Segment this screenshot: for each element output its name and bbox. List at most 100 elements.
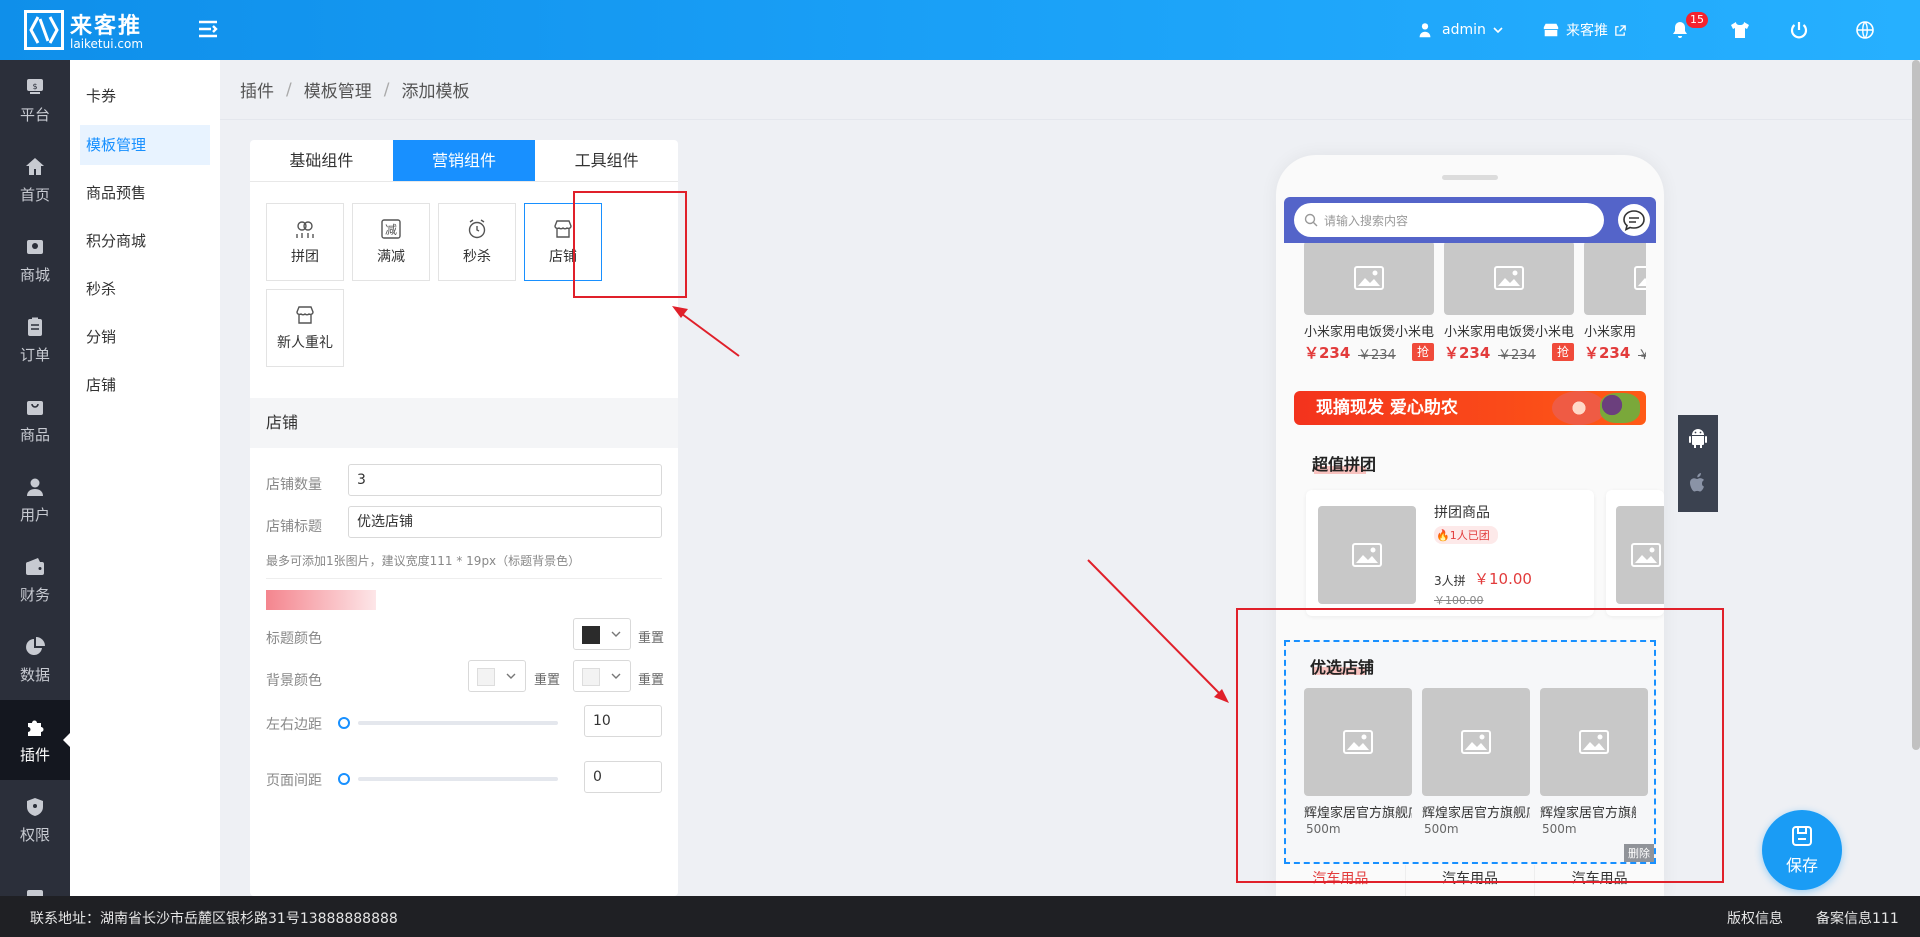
chat-icon <box>1623 210 1645 231</box>
bg-color-picker-1[interactable] <box>468 660 526 692</box>
color-swatch <box>582 668 600 686</box>
product-image[interactable] <box>1584 243 1646 315</box>
padding-slider-track[interactable] <box>358 721 558 725</box>
breadcrumb-add-template: 添加模板 <box>401 82 470 102</box>
preview-search-input[interactable]: 请输入搜索内容 <box>1294 203 1604 237</box>
sub-item-points-mall[interactable]: 积分商城 <box>80 221 210 261</box>
sidebar-item-plugins[interactable]: 插件 <box>0 700 70 780</box>
theme-button[interactable] <box>1730 0 1750 60</box>
menu-toggle-icon[interactable] <box>196 17 220 41</box>
tab-tool-components[interactable]: 工具组件 <box>535 140 678 181</box>
page-scrollbar[interactable] <box>1912 60 1920 750</box>
sub-item-distribution[interactable]: 分销 <box>80 317 210 357</box>
sidebar-item-home[interactable]: 首页 <box>0 140 70 220</box>
chevron-down-icon <box>1493 27 1503 34</box>
message-button[interactable] <box>1618 204 1650 236</box>
component-label: 新人重礼 <box>277 335 333 351</box>
search-placeholder: 请输入搜索内容 <box>1324 213 1409 228</box>
sub-item-stores[interactable]: 店铺 <box>80 365 210 405</box>
store-switch[interactable]: 来客推 <box>1542 0 1627 60</box>
component-group-buy[interactable]: 拼团 <box>266 203 344 281</box>
page-gap-label: 页面间距 <box>266 773 322 789</box>
notification-button[interactable]: 15 <box>1670 0 1708 60</box>
android-icon[interactable] <box>1686 427 1710 451</box>
footer-copyright-link[interactable]: 版权信息 <box>1727 908 1783 928</box>
bg-color-picker-2[interactable] <box>573 660 631 692</box>
sidebar-item-platform[interactable]: $ 平台 <box>0 60 70 140</box>
sidebar-item-data[interactable]: 数据 <box>0 620 70 700</box>
component-tabs: 基础组件 营销组件 工具组件 <box>250 140 678 182</box>
breadcrumb-plugins[interactable]: 插件 <box>240 77 274 102</box>
product-image[interactable] <box>1304 243 1434 315</box>
title-color-reset[interactable]: 重置 <box>638 627 664 646</box>
title-color-picker[interactable] <box>573 618 631 650</box>
page-gap-input[interactable]: 0 <box>584 761 662 793</box>
annotation-box-store-preview <box>1236 608 1724 883</box>
breadcrumb-template-management[interactable]: 模板管理 <box>304 77 372 102</box>
image-placeholder-icon <box>1494 266 1524 290</box>
logo[interactable]: 来客推 laiketui.com <box>24 8 164 52</box>
group-product-name: 拼团商品 <box>1434 505 1490 521</box>
shop-icon <box>27 239 43 254</box>
bg-color-reset-1[interactable]: 重置 <box>534 669 560 688</box>
image-placeholder-icon <box>1634 266 1646 290</box>
grab-tag[interactable]: 抢 <box>1552 343 1574 361</box>
grab-tag[interactable]: 抢 <box>1412 343 1434 361</box>
sub-item-template-management[interactable]: 模板管理 <box>80 125 210 165</box>
group-buy-card-partial[interactable] <box>1606 490 1664 616</box>
page-gap-slider-track[interactable] <box>358 777 558 781</box>
user-icon <box>27 478 43 496</box>
sidebar-item-permissions[interactable]: 权限 <box>0 780 70 860</box>
group-price: ￥10.00 <box>1474 570 1532 588</box>
sidebar-item-orders[interactable]: 订单 <box>0 300 70 380</box>
component-new-user-gift[interactable]: 新人重礼 <box>266 289 344 367</box>
tab-basic-components[interactable]: 基础组件 <box>250 140 393 181</box>
sidebar-item-users[interactable]: 用户 <box>0 460 70 540</box>
admin-menu[interactable]: admin <box>1416 0 1504 60</box>
top-header: 来客推 laiketui.com admin 来客推 15 <box>0 0 1920 60</box>
joined-badge: 🔥1人已团 <box>1434 526 1498 544</box>
sub-item-presale[interactable]: 商品预售 <box>80 173 210 213</box>
phone-speaker <box>1442 175 1498 180</box>
image-placeholder-icon <box>1352 543 1382 567</box>
bg-color-reset-2[interactable]: 重置 <box>638 669 664 688</box>
promo-banner[interactable]: 现摘现发 爱心助农 <box>1294 391 1646 425</box>
product-price: ￥234 <box>1444 344 1491 362</box>
sub-item-coupons[interactable]: 卡券 <box>80 76 210 116</box>
sidebar-item-finance[interactable]: 财务 <box>0 540 70 620</box>
logout-button[interactable] <box>1789 0 1809 60</box>
sidebar-item-products[interactable]: 商品 <box>0 380 70 460</box>
save-button[interactable]: 保存 <box>1762 810 1842 890</box>
preview-search-bar: 请输入搜索内容 <box>1284 197 1656 243</box>
product-image[interactable] <box>1444 243 1574 315</box>
padding-slider-handle[interactable] <box>338 717 350 729</box>
store-title-input[interactable]: 优选店铺 <box>348 506 662 538</box>
title-background-image[interactable] <box>266 590 376 610</box>
group-icon <box>296 221 314 238</box>
image-icon <box>27 890 43 896</box>
group-buy-card[interactable]: 拼团商品 🔥1人已团 3人拼 ￥10.00 ￥100.00 <box>1306 490 1594 616</box>
store-count-input[interactable]: 3 <box>348 464 662 496</box>
sub-item-flash-sale[interactable]: 秒杀 <box>80 269 210 309</box>
sidebar-item-more[interactable] <box>0 860 70 896</box>
component-flash-sale[interactable]: 秒杀 <box>438 203 516 281</box>
sidebar-item-mall[interactable]: 商城 <box>0 220 70 300</box>
color-swatch <box>582 626 600 644</box>
breadcrumb-separator: / <box>383 79 390 100</box>
group-buy-title: 超值拼团 <box>1312 455 1377 474</box>
sidebar-label: 财务 <box>19 585 50 604</box>
footer-address: 联系地址：湖南省长沙市岳麓区银杉路31号13888888888 <box>30 911 398 927</box>
footer-record-link[interactable]: 备案信息111 <box>1816 908 1899 928</box>
component-label: 拼团 <box>291 249 319 265</box>
component-full-reduction[interactable]: 减 满减 <box>352 203 430 281</box>
apple-icon[interactable] <box>1686 471 1710 495</box>
language-button[interactable] <box>1855 0 1875 60</box>
padding-input[interactable]: 10 <box>584 705 662 737</box>
tab-marketing-components[interactable]: 营销组件 <box>392 140 536 181</box>
page-gap-slider-handle[interactable] <box>338 773 350 785</box>
wallet-icon <box>26 557 44 575</box>
color-swatch <box>477 668 495 686</box>
logo-domain: laiketui.com <box>70 37 144 51</box>
sidebar-label: 订单 <box>19 345 50 364</box>
logo-text: 来客推 <box>70 14 143 39</box>
